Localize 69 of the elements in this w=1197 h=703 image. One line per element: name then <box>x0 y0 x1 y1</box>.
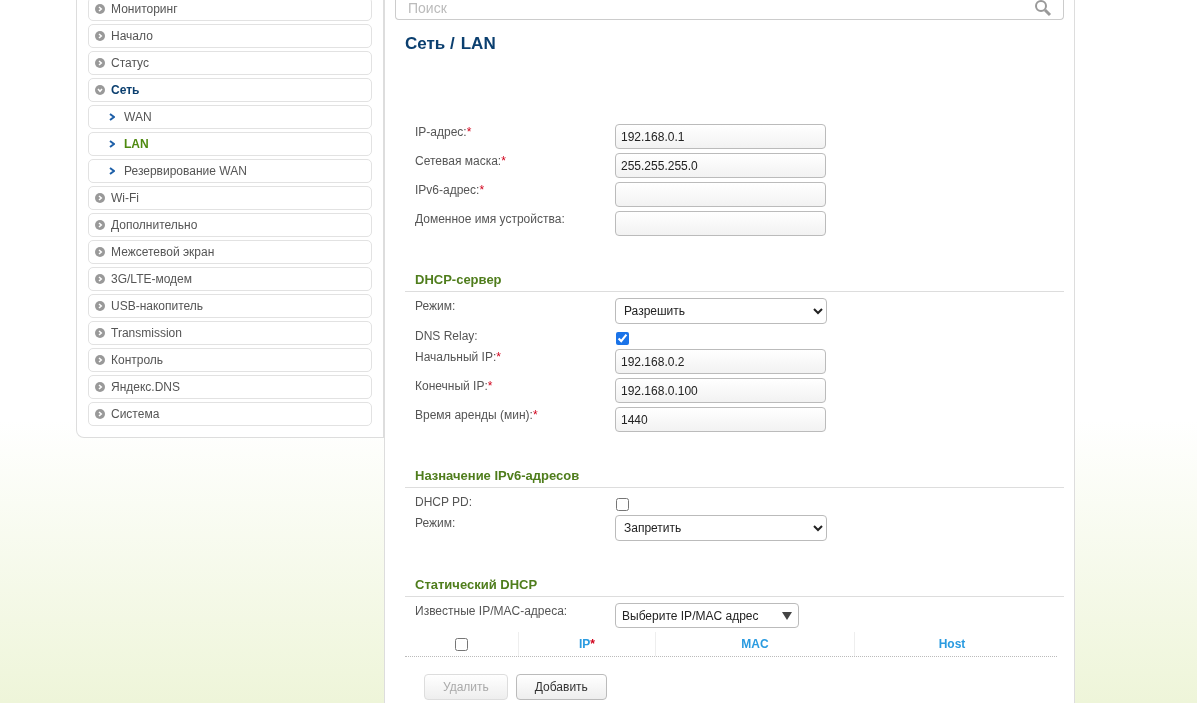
column-header: IP* <box>518 632 655 656</box>
section-title: Назначение IPv6-адресов <box>405 468 1064 488</box>
bullet-icon <box>95 58 105 68</box>
chevron-icon <box>109 167 115 175</box>
field-label: Доменное имя устройства: <box>415 211 566 226</box>
checkbox[interactable] <box>616 498 629 511</box>
field-label: DNS Relay: <box>415 328 479 343</box>
section-title: DHCP-сервер <box>405 272 1064 292</box>
page-title: LAN <box>460 34 496 54</box>
column-header: Host <box>854 632 1049 656</box>
sidebar-item[interactable]: Начало <box>88 24 372 48</box>
sidebar-item[interactable]: Контроль <box>88 348 372 372</box>
checkbox[interactable] <box>616 332 629 345</box>
field-label: IP-адрес:* <box>415 124 473 139</box>
search-field[interactable]: Поиск <box>395 0 1064 20</box>
input-field[interactable]: 1440 <box>615 407 826 432</box>
sidebar-item[interactable]: Transmission <box>88 321 372 345</box>
bullet-icon <box>95 328 105 338</box>
bullet-icon <box>95 355 105 365</box>
field-label: Режим: <box>415 515 457 530</box>
sidebar-item[interactable]: Дополнительно <box>88 213 372 237</box>
expand-icon <box>95 85 105 95</box>
sidebar-item[interactable]: Wi-Fi <box>88 186 372 210</box>
bullet-icon <box>95 409 105 419</box>
checkbox[interactable] <box>455 637 468 651</box>
sidebar-item[interactable]: Система <box>88 402 372 426</box>
input-field[interactable]: 192.168.0.100 <box>615 378 826 403</box>
field-label: IPv6-адрес:* <box>415 182 486 197</box>
field-label: Время аренды (мин):* <box>415 407 539 422</box>
field-label: Сетевая маска:* <box>415 153 507 168</box>
bullet-icon <box>95 247 105 257</box>
sidebar-subitem[interactable]: LAN <box>88 132 372 156</box>
field-label: Конечный IP:* <box>415 378 494 393</box>
bullet-icon <box>95 274 105 284</box>
input-field[interactable] <box>615 211 826 236</box>
input-field[interactable] <box>615 182 826 207</box>
sidebar-item[interactable]: Межсетевой экран <box>88 240 372 264</box>
chevron-icon <box>109 140 115 148</box>
input-field[interactable]: 192.168.0.1 <box>615 124 826 149</box>
search-icon <box>1034 0 1052 17</box>
input-field[interactable]: 255.255.255.0 <box>615 153 826 178</box>
chevron-icon <box>109 113 115 121</box>
sidebar-item[interactable]: Сеть <box>88 78 372 102</box>
bullet-icon <box>95 4 105 14</box>
bullet-icon <box>95 220 105 230</box>
triangle-icon <box>782 611 792 620</box>
dropdown-field[interactable]: Выберите IP/MAC адрес <box>615 603 799 628</box>
section-title: Статический DHCP <box>405 577 1064 597</box>
sidebar-subitem[interactable]: WAN <box>88 105 372 129</box>
column-header: MAC <box>655 632 854 656</box>
sidebar-subitem[interactable]: Резервирование WAN <box>88 159 372 183</box>
sidebar-item[interactable]: Статус <box>88 51 372 75</box>
sidebar-item[interactable]: USB-накопитель <box>88 294 372 318</box>
bullet-icon <box>95 301 105 311</box>
field-label: DHCP PD: <box>415 494 474 509</box>
bullet-icon <box>95 382 105 392</box>
sidebar-item[interactable]: Мониторинг <box>88 0 372 21</box>
add-button[interactable]: Добавить <box>515 674 607 700</box>
breadcrumb-parent[interactable]: Сеть / <box>405 34 455 54</box>
field-label: Известные IP/MAC-адреса: <box>415 603 569 618</box>
field-label: Начальный IP:* <box>415 349 502 364</box>
input-field[interactable]: 192.168.0.2 <box>615 349 826 374</box>
select-field[interactable]: Разрешить <box>615 298 827 324</box>
select-field[interactable]: Запретить <box>615 515 827 541</box>
sidebar-item[interactable]: Яндекс.DNS <box>88 375 372 399</box>
field-label: Режим: <box>415 298 457 313</box>
bullet-icon <box>95 193 105 203</box>
sidebar-item[interactable]: 3G/LTE-модем <box>88 267 372 291</box>
bullet-icon <box>95 31 105 41</box>
